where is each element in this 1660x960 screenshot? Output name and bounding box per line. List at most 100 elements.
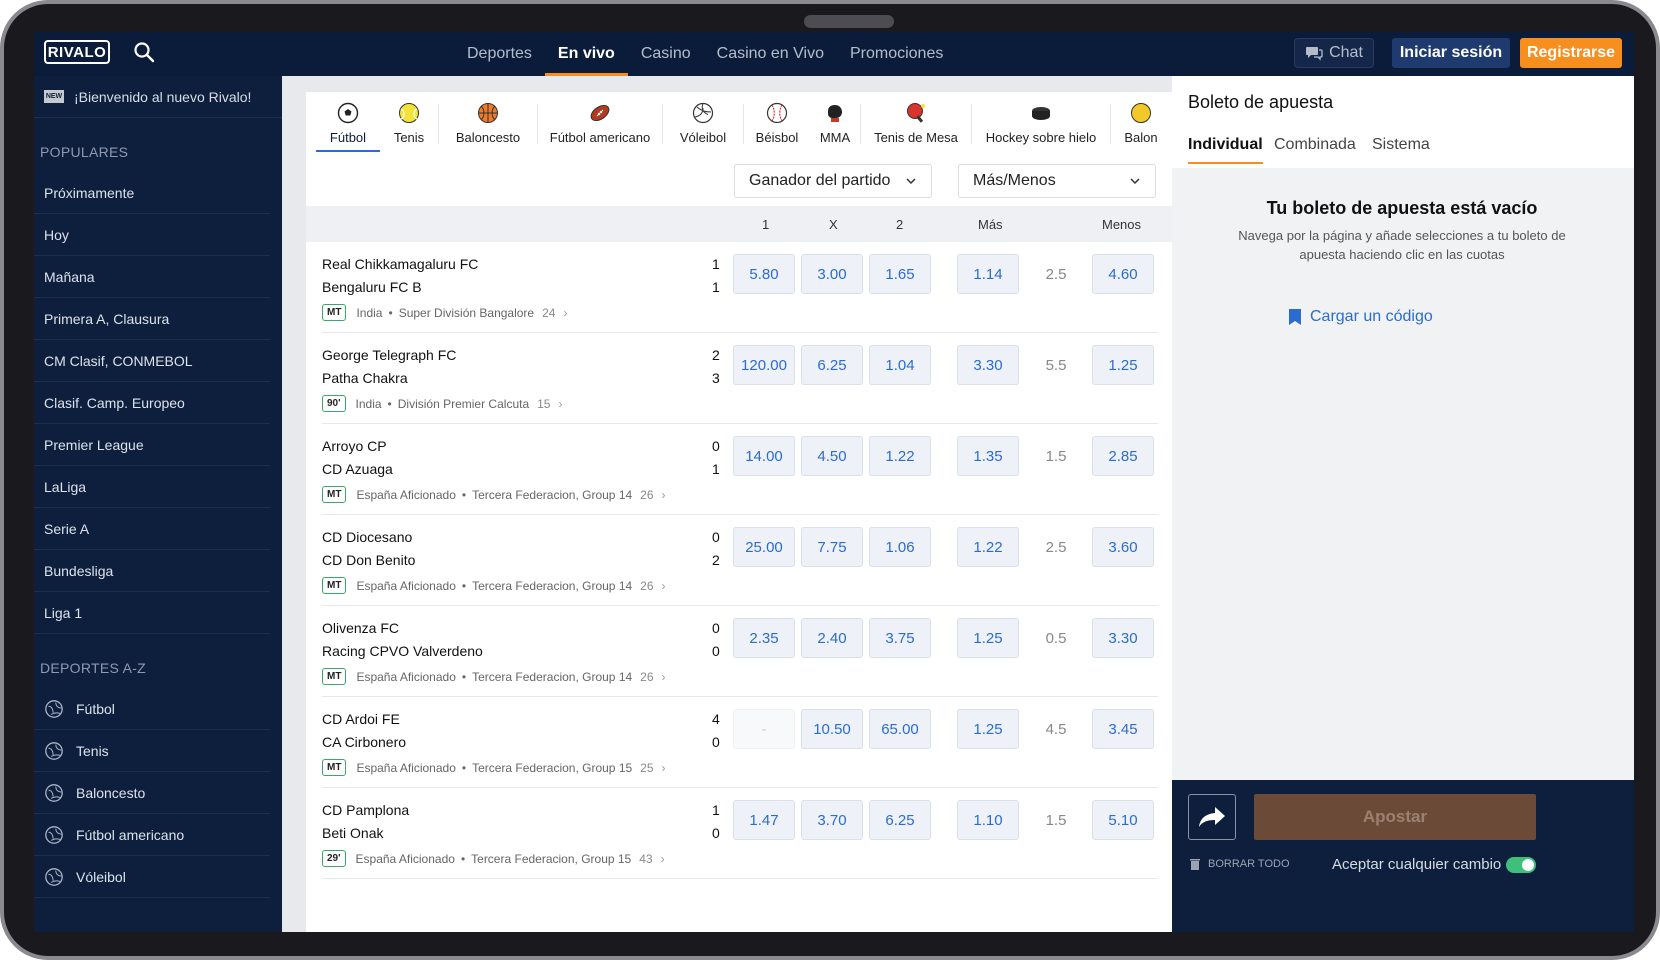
sidebar-item-popular[interactable]: Próximamente bbox=[34, 172, 270, 214]
match-meta[interactable]: 90' India • División Premier Calcuta 15 › bbox=[322, 395, 562, 412]
sidebar-item-sport[interactable]: Vóleibol bbox=[34, 856, 270, 898]
sport-tab[interactable]: Baloncesto bbox=[439, 92, 537, 154]
market-select-winner[interactable]: Ganador del partido bbox=[734, 164, 932, 198]
sport-tab[interactable]: Tenis bbox=[380, 92, 438, 154]
odds-button-under[interactable]: 2.85 bbox=[1092, 436, 1154, 476]
odds-button-over[interactable]: 1.25 bbox=[957, 618, 1019, 658]
match-meta[interactable]: MT España Aficionado • Tercera Federacion, … bbox=[322, 668, 666, 685]
odds-button-o2[interactable]: 1.22 bbox=[869, 436, 931, 476]
match-country: España Aficionado bbox=[356, 578, 456, 593]
tab-combinada[interactable]: Combinada bbox=[1274, 136, 1356, 154]
sidebar-item-popular[interactable]: LaLiga bbox=[34, 466, 270, 508]
odds-button-over[interactable]: 1.14 bbox=[957, 254, 1019, 294]
odds-button-ox[interactable]: 7.75 bbox=[801, 527, 863, 567]
sidebar-item-sport[interactable]: Fútbol bbox=[34, 688, 270, 730]
match-time-badge: MT bbox=[322, 304, 347, 321]
rivalo-logo[interactable]: RIVALO bbox=[44, 40, 110, 64]
odds-button-o1[interactable]: 5.80 bbox=[733, 254, 795, 294]
odds-button-ox[interactable]: 3.00 bbox=[801, 254, 863, 294]
odds-button-ox[interactable]: 6.25 bbox=[801, 345, 863, 385]
odds-button-under[interactable]: 3.45 bbox=[1092, 709, 1154, 749]
tab-sistema[interactable]: Sistema bbox=[1372, 136, 1430, 154]
sidebar-item-popular[interactable]: Mañana bbox=[34, 256, 270, 298]
sport-tab-label: Tenis de Mesa bbox=[874, 130, 958, 145]
nav-promociones[interactable]: Promociones bbox=[837, 32, 956, 76]
nav-en-vivo[interactable]: En vivo bbox=[544, 32, 628, 76]
sidebar-item-popular[interactable]: Hoy bbox=[34, 214, 270, 256]
sidebar-item-sport[interactable]: Tenis bbox=[34, 730, 270, 772]
match-meta[interactable]: MT España Aficionado • Tercera Federacion, … bbox=[322, 577, 666, 594]
sidebar-item-sport[interactable]: Baloncesto bbox=[34, 772, 270, 814]
odds-button-o1[interactable]: 120.00 bbox=[733, 345, 795, 385]
login-button[interactable]: Iniciar sesión bbox=[1392, 38, 1510, 68]
search-icon[interactable] bbox=[132, 40, 156, 64]
odds-button-ox[interactable]: 2.40 bbox=[801, 618, 863, 658]
sidebar-item-sport[interactable]: Fútbol americano bbox=[34, 814, 270, 856]
welcome-banner[interactable]: NEW ¡Bienvenido al nuevo Rivalo! bbox=[34, 76, 282, 118]
sport-tab[interactable]: Fútbol bbox=[316, 92, 380, 154]
load-code-link[interactable]: Cargar un código bbox=[1288, 308, 1433, 326]
col-1: 1 bbox=[762, 217, 770, 232]
match-meta[interactable]: 29' España Aficionado • Tercera Federacion,… bbox=[322, 850, 665, 867]
match-row[interactable]: CD Diocesano CD Don Benito 0 2 MT España Afic… bbox=[322, 515, 1158, 606]
match-row[interactable]: Olivenza FC Racing CPVO Valverdeno 0 0 MT Esp… bbox=[322, 606, 1158, 697]
sport-tab[interactable]: MMA bbox=[810, 92, 860, 154]
odds-button-o2[interactable]: 3.75 bbox=[869, 618, 931, 658]
odds-button-over[interactable]: 1.25 bbox=[957, 709, 1019, 749]
match-meta[interactable]: MT España Aficionado • Tercera Federacion, … bbox=[322, 759, 666, 776]
share-button[interactable] bbox=[1188, 794, 1236, 840]
odds-button-o1[interactable]: 2.35 bbox=[733, 618, 795, 658]
clear-all-button[interactable]: BORRAR TODO bbox=[1190, 858, 1290, 870]
sport-tab[interactable]: Balon bbox=[1111, 92, 1171, 154]
place-bet-button[interactable]: Apostar bbox=[1254, 794, 1536, 840]
chat-button[interactable]: Chat bbox=[1294, 38, 1374, 68]
match-row[interactable]: CD Ardoi FE CA Cirbonero 4 0 MT España Aficio… bbox=[322, 697, 1158, 788]
separator-dot: • bbox=[461, 578, 467, 593]
sidebar-item-popular[interactable]: Serie A bbox=[34, 508, 270, 550]
nav-casino-en-vivo[interactable]: Casino en Vivo bbox=[704, 32, 837, 76]
sport-tab[interactable]: Hockey sobre hielo bbox=[972, 92, 1110, 154]
market-select-over-under[interactable]: Más/Menos bbox=[958, 164, 1156, 198]
sport-tab[interactable]: Fútbol americano bbox=[538, 92, 662, 154]
odds-button-under[interactable]: 3.30 bbox=[1092, 618, 1154, 658]
odds-button-o1[interactable]: 14.00 bbox=[733, 436, 795, 476]
odds-button-o2[interactable]: 1.06 bbox=[869, 527, 931, 567]
tab-individual[interactable]: Individual bbox=[1188, 136, 1263, 164]
odds-button-over[interactable]: 1.22 bbox=[957, 527, 1019, 567]
sidebar-item-popular[interactable]: Primera A, Clausura bbox=[34, 298, 270, 340]
odds-button-ox[interactable]: 4.50 bbox=[801, 436, 863, 476]
match-meta[interactable]: MT India • Super División Bangalore 24 › bbox=[322, 304, 567, 321]
odds-button-o2[interactable]: 6.25 bbox=[869, 800, 931, 840]
sidebar-item-popular[interactable]: Liga 1 bbox=[34, 592, 270, 634]
odds-button-over[interactable]: 3.30 bbox=[957, 345, 1019, 385]
nav-deportes[interactable]: Deportes bbox=[454, 32, 545, 76]
odds-button-ox[interactable]: 10.50 bbox=[801, 709, 863, 749]
match-meta[interactable]: MT España Aficionado • Tercera Federacion, … bbox=[322, 486, 666, 503]
match-row[interactable]: Real Chikkamagaluru FC Bengaluru FC B 1 1 MT… bbox=[322, 242, 1158, 333]
odds-button-o2[interactable]: 1.04 bbox=[869, 345, 931, 385]
accept-changes-toggle[interactable] bbox=[1506, 857, 1536, 873]
sidebar-item-popular[interactable]: Clasif. Camp. Europeo bbox=[34, 382, 270, 424]
sidebar-item-popular[interactable]: Bundesliga bbox=[34, 550, 270, 592]
sport-tab[interactable]: Tenis de Mesa bbox=[861, 92, 971, 154]
odds-button-under[interactable]: 3.60 bbox=[1092, 527, 1154, 567]
match-row[interactable]: CD Pamplona Beti Onak 1 0 29' España Aficiona… bbox=[322, 788, 1158, 879]
sport-tab[interactable]: Béisbol bbox=[744, 92, 810, 154]
odds-button-under[interactable]: 4.60 bbox=[1092, 254, 1154, 294]
odds-button-o1[interactable]: 25.00 bbox=[733, 527, 795, 567]
sidebar-item-popular[interactable]: Premier League bbox=[34, 424, 270, 466]
nav-casino[interactable]: Casino bbox=[628, 32, 704, 76]
odds-button-ox[interactable]: 3.70 bbox=[801, 800, 863, 840]
odds-button-o2[interactable]: 65.00 bbox=[869, 709, 931, 749]
odds-button-o2[interactable]: 1.65 bbox=[869, 254, 931, 294]
odds-button-under[interactable]: 1.25 bbox=[1092, 345, 1154, 385]
match-row[interactable]: Arroyo CP CD Azuaga 0 1 MT España Aficionado •… bbox=[322, 424, 1158, 515]
register-button[interactable]: Registrarse bbox=[1520, 38, 1622, 68]
match-row[interactable]: George Telegraph FC Patha Chakra 2 3 90' Indi… bbox=[322, 333, 1158, 424]
odds-button-over[interactable]: 1.35 bbox=[957, 436, 1019, 476]
odds-button-over[interactable]: 1.10 bbox=[957, 800, 1019, 840]
odds-button-o1[interactable]: 1.47 bbox=[733, 800, 795, 840]
sidebar-item-popular[interactable]: CM Clasif, CONMEBOL bbox=[34, 340, 270, 382]
odds-button-under[interactable]: 5.10 bbox=[1092, 800, 1154, 840]
sport-tab[interactable]: Vóleibol bbox=[663, 92, 743, 154]
